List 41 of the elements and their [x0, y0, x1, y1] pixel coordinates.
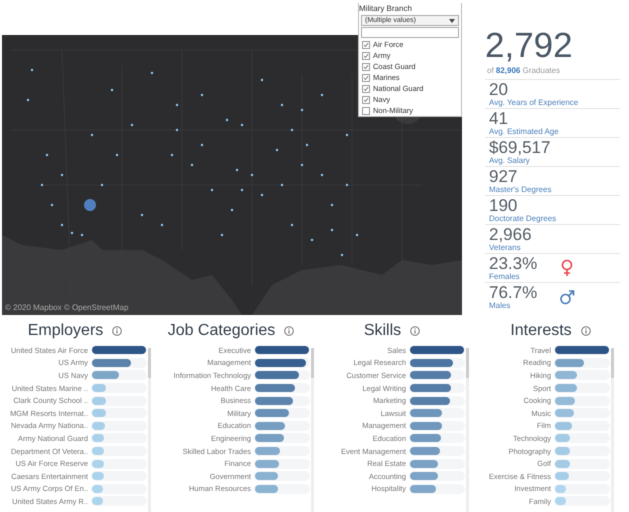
scrollbar-thumb[interactable] [311, 348, 314, 378]
checkbox[interactable] [362, 74, 370, 82]
scrollbar-thumb[interactable] [466, 348, 469, 378]
metric-value: 190 [489, 197, 518, 214]
metric-label: Avg. Salary [489, 156, 531, 165]
panel-title: Skills [364, 322, 402, 340]
scrollbar-thumb[interactable] [148, 348, 151, 378]
metric-label: Avg. Years of Experience [489, 98, 578, 107]
checkbox[interactable] [362, 96, 370, 104]
scrollbar-thumb[interactable] [611, 348, 614, 378]
male-symbol-icon [559, 288, 576, 306]
checkbox[interactable] [362, 62, 370, 70]
metric-value: 2,966 [489, 226, 532, 243]
search-field[interactable] [361, 27, 459, 38]
metric-value: 41 [489, 110, 509, 127]
checkbox[interactable] [362, 84, 370, 92]
checkbox[interactable] [362, 52, 370, 60]
info-icon[interactable] [410, 326, 420, 336]
total-caption: of 82,906 Graduates [487, 66, 561, 75]
metric-label: Veterans [489, 243, 522, 252]
metric-label: Avg. Estimated Age [489, 127, 559, 136]
panel-title: Job Categories [168, 322, 276, 340]
metric-label: Males [489, 301, 512, 310]
metric-value: 23.3% [489, 255, 538, 272]
total-count: 2,792 [485, 28, 574, 64]
metric-label: Females [489, 272, 521, 281]
info-icon[interactable] [580, 326, 591, 336]
metric-value: 20 [489, 81, 509, 98]
panel-title: Employers [28, 322, 104, 340]
info-icon[interactable] [284, 326, 294, 336]
metric-label: Doctorate Degrees [489, 214, 556, 223]
panel-title: Interests [510, 322, 572, 340]
checkbox[interactable] [362, 40, 370, 48]
info-icon[interactable] [112, 326, 122, 336]
map-attribution: © 2020 Mapbox © OpenStreetMap [5, 303, 128, 312]
metric-value: 76.7% [489, 284, 538, 301]
metric-value: 927 [489, 168, 518, 185]
metric-label: Master's Degrees [489, 185, 552, 194]
caret-icon [449, 18, 455, 22]
checkbox[interactable] [362, 106, 370, 114]
metric-value: $69,517 [489, 139, 550, 156]
